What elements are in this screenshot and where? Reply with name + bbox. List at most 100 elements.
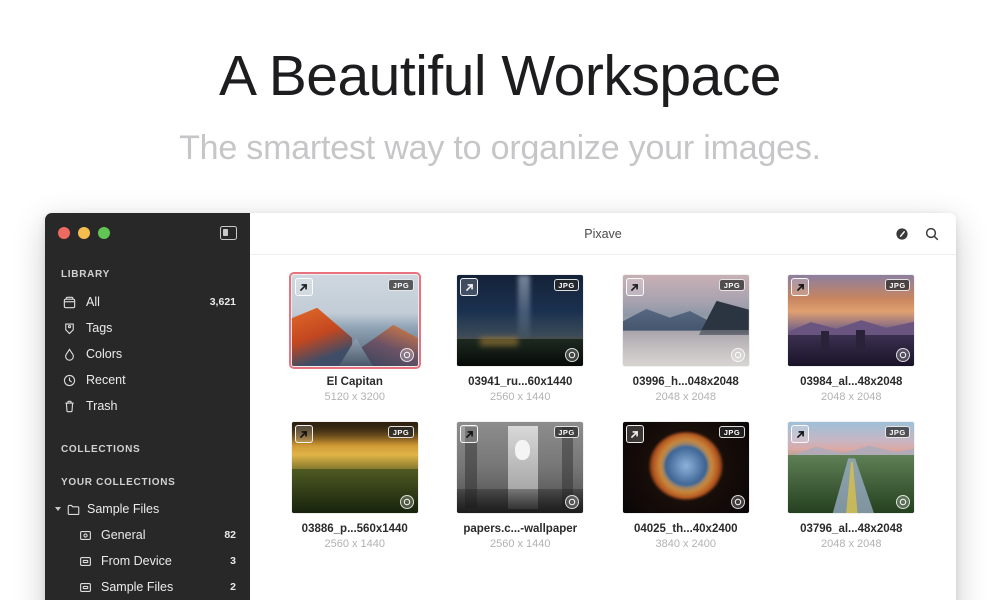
item-dimensions: 3840 x 2400 (606, 538, 766, 550)
chevron-down-icon[interactable] (55, 507, 61, 511)
sidebar-item-label: Sample Files (101, 580, 173, 594)
item-name: 03996_h...048x2048 (606, 376, 766, 388)
sidebar-item-from-device[interactable]: From Device 3 (45, 548, 250, 574)
page-title: A Beautiful Workspace (0, 0, 1000, 105)
thumbnail-frame[interactable]: JPG (620, 272, 752, 369)
collection-icon (78, 554, 93, 569)
minimize-button[interactable] (78, 227, 90, 239)
thumbnail-image: JPG (292, 275, 418, 366)
item-dimensions: 2560 x 1440 (440, 538, 600, 550)
thumbnail-frame[interactable]: JPG (620, 419, 752, 516)
sidebar-titlebar (45, 213, 250, 253)
thumbnail-grid: JPG El Capitan 5120 x 3200 (250, 255, 956, 550)
app-window: LIBRARY All 3,621 (45, 213, 956, 600)
archive-box-icon (62, 295, 77, 310)
item-name: 03886_p...560x1440 (275, 523, 435, 535)
sidebar-section-collections: COLLECTIONS (45, 444, 250, 455)
sidebar-section-your-collections: YOUR COLLECTIONS (45, 477, 250, 488)
grid-item[interactable]: JPG 04025_th...40x2400 3840 x 2400 (606, 419, 766, 550)
thumbnail-frame[interactable]: JPG (454, 419, 586, 516)
traffic-lights (58, 227, 110, 239)
item-name: 04025_th...40x2400 (606, 523, 766, 535)
sidebar-item-count: 3,621 (210, 296, 236, 308)
hero-section: A Beautiful Workspace The smartest way t… (0, 0, 1000, 165)
shortcut-arrow-icon (460, 278, 478, 296)
thumbnail-image: JPG (788, 422, 914, 513)
grid-item[interactable]: JPG papers.c...-wallpaper 2560 x 1440 (440, 419, 600, 550)
sidebar-item-count: 2 (230, 581, 236, 593)
sidebar-item-label: Trash (86, 399, 118, 413)
item-dimensions: 2048 x 2048 (771, 538, 931, 550)
thumbnail-image: JPG (457, 422, 583, 513)
grid-item[interactable]: JPG 03796_al...48x2048 2048 x 2048 (771, 419, 931, 550)
sidebar-item-tags[interactable]: Tags (45, 315, 250, 341)
thumbnail-frame[interactable]: JPG (785, 419, 917, 516)
sidebar-item-label: Colors (86, 347, 122, 361)
thumbnail-frame[interactable]: JPG (289, 419, 421, 516)
thumbnail-image: JPG (292, 422, 418, 513)
sidebar-item-colors[interactable]: Colors (45, 341, 250, 367)
shortcut-arrow-icon (626, 278, 644, 296)
folder-icon (66, 502, 81, 517)
collection-icon (78, 580, 93, 595)
shortcut-arrow-icon (295, 278, 313, 296)
grid-item[interactable]: JPG El Capitan 5120 x 3200 (275, 272, 435, 403)
format-badge: JPG (554, 426, 580, 438)
item-name: papers.c...-wallpaper (440, 523, 600, 535)
shortcut-arrow-icon (626, 425, 644, 443)
sidebar-item-sample-files-folder[interactable]: Sample Files (45, 496, 250, 522)
format-badge: JPG (885, 279, 911, 291)
thumbnail-frame[interactable]: JPG (785, 272, 917, 369)
thumbnail-image: JPG (623, 422, 749, 513)
sidebar-item-label: From Device (101, 554, 172, 568)
thumbnail-image: JPG (457, 275, 583, 366)
item-dimensions: 5120 x 3200 (275, 391, 435, 403)
item-dimensions: 2048 x 2048 (771, 391, 931, 403)
format-badge: JPG (388, 279, 414, 291)
sidebar-toggle-icon[interactable] (220, 226, 237, 240)
tag-icon (62, 321, 77, 336)
thumbnail-selected[interactable]: JPG (289, 272, 421, 369)
sidebar-item-trash[interactable]: Trash (45, 393, 250, 419)
grid-item[interactable]: JPG 03941_ru...60x1440 2560 x 1440 (440, 272, 600, 403)
grid-item[interactable]: JPG 03996_h...048x2048 2048 x 2048 (606, 272, 766, 403)
cloud-status-icon (731, 495, 745, 509)
sidebar-item-general[interactable]: General 82 (45, 522, 250, 548)
droplet-icon (62, 347, 77, 362)
search-icon[interactable] (924, 226, 940, 242)
item-name: El Capitan (275, 376, 435, 388)
sidebar-item-sample-files[interactable]: Sample Files 2 (45, 574, 250, 600)
grid-item[interactable]: JPG 03984_al...48x2048 2048 x 2048 (771, 272, 931, 403)
cloud-status-icon (400, 348, 414, 362)
sidebar-section-library: LIBRARY (45, 269, 250, 280)
compass-icon[interactable] (894, 226, 910, 242)
sidebar-item-label: Tags (86, 321, 112, 335)
sidebar-item-label: Sample Files (87, 502, 159, 516)
sidebar-item-label: Recent (86, 373, 126, 387)
thumbnail-image: JPG (623, 275, 749, 366)
sidebar-item-all[interactable]: All 3,621 (45, 289, 250, 315)
window-title: Pixave (250, 227, 956, 241)
collections-tree: Sample Files General 82 (45, 496, 250, 600)
shortcut-arrow-icon (295, 425, 313, 443)
item-name: 03796_al...48x2048 (771, 523, 931, 535)
shortcut-arrow-icon (791, 278, 809, 296)
toolbar-actions (894, 226, 940, 242)
sidebar-item-recent[interactable]: Recent (45, 367, 250, 393)
zoom-button[interactable] (98, 227, 110, 239)
format-badge: JPG (554, 279, 580, 291)
collection-icon (78, 528, 93, 543)
sidebar-item-count: 82 (224, 529, 236, 541)
toolbar: Pixave (250, 213, 956, 255)
shortcut-arrow-icon (791, 425, 809, 443)
item-dimensions: 2048 x 2048 (606, 391, 766, 403)
trash-icon (62, 399, 77, 414)
sidebar-item-count: 3 (230, 555, 236, 567)
page-subtitle: The smartest way to organize your images… (0, 105, 1000, 165)
thumbnail-frame[interactable]: JPG (454, 272, 586, 369)
sidebar: LIBRARY All 3,621 (45, 213, 250, 600)
grid-item[interactable]: JPG 03886_p...560x1440 2560 x 1440 (275, 419, 435, 550)
clock-icon (62, 373, 77, 388)
format-badge: JPG (885, 426, 911, 438)
close-button[interactable] (58, 227, 70, 239)
